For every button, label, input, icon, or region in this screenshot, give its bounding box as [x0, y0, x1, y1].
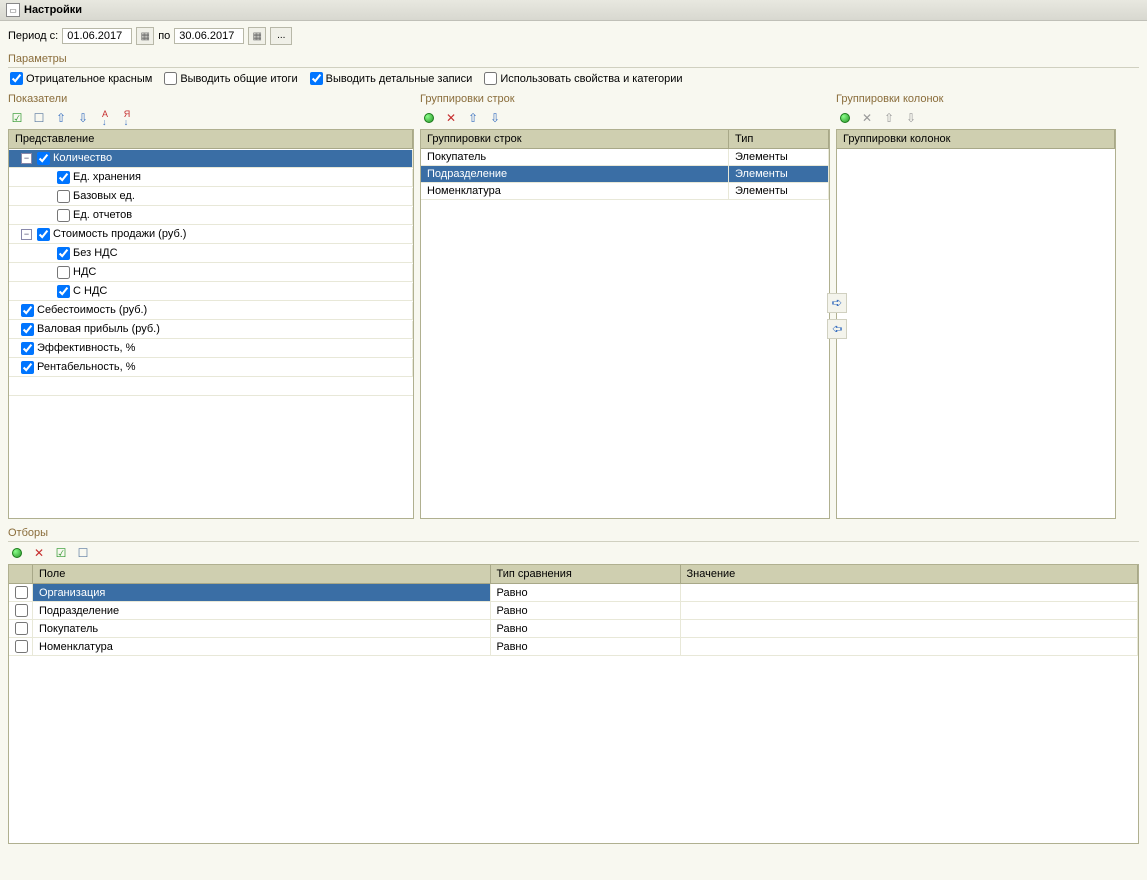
- row-groupings-toolbar: ✕ ⇧ ⇩: [420, 107, 830, 129]
- indicator-label: Валовая прибыль (руб.): [37, 323, 160, 335]
- period-toolbar: Период с: ▦ по ▦ ...: [0, 21, 1147, 51]
- move-left-button[interactable]: ➪: [827, 319, 847, 339]
- col-grouping-down-button[interactable]: ⇩: [902, 109, 920, 127]
- indicators-title: Показатели: [8, 93, 67, 107]
- filter-col-compare: Тип сравнения: [491, 565, 681, 583]
- indicators-listbox[interactable]: Представление − Количество Ед. хранения Баз…: [8, 129, 414, 519]
- filter-row[interactable]: ОрганизацияРавно: [9, 584, 1138, 602]
- filters-toolbar: ✕ ☑ ☐: [8, 542, 1139, 564]
- date-from-input[interactable]: [62, 28, 132, 44]
- col-groupings-title: Группировки колонок: [836, 93, 1116, 107]
- indicator-row[interactable]: Рентабельность, %: [9, 358, 413, 377]
- move-right-button[interactable]: ➪: [827, 293, 847, 313]
- row-grouping-down-button[interactable]: ⇩: [486, 109, 504, 127]
- param-negative-red[interactable]: Отрицательное красным: [10, 72, 152, 85]
- sort-asc-button[interactable]: A↓: [96, 109, 114, 127]
- move-down-button[interactable]: ⇩: [74, 109, 92, 127]
- row-grouping-item[interactable]: ПокупательЭлементы: [421, 149, 829, 166]
- filter-check-all-button[interactable]: ☑: [52, 544, 70, 562]
- filter-col-value: Значение: [681, 565, 1139, 583]
- indicator-label: Рентабельность, %: [37, 361, 136, 373]
- indicator-row[interactable]: − Стоимость продажи (руб.): [9, 225, 413, 244]
- filter-col-field: Поле: [33, 565, 491, 583]
- filters-title: Отборы: [8, 525, 1139, 541]
- indicators-toolbar: ☑ ☐ ⇧ ⇩ A↓ Я↓: [8, 107, 414, 129]
- param-use-properties[interactable]: Использовать свойства и категории: [484, 72, 682, 85]
- titlebar: ▭ Настройки: [0, 0, 1147, 21]
- calendar-to-button[interactable]: ▦: [248, 27, 266, 45]
- indicator-label: С НДС: [73, 285, 107, 297]
- indicators-header: Представление: [9, 130, 413, 148]
- indicator-label: Ед. отчетов: [73, 209, 132, 221]
- filters-listbox[interactable]: Поле Тип сравнения Значение ОрганизацияР…: [8, 564, 1139, 844]
- filter-uncheck-all-button[interactable]: ☐: [74, 544, 92, 562]
- param-detail-records[interactable]: Выводить детальные записи: [310, 72, 473, 85]
- calendar-from-button[interactable]: ▦: [136, 27, 154, 45]
- period-to-label: по: [158, 30, 170, 42]
- expand-icon[interactable]: −: [21, 229, 32, 240]
- delete-filter-button[interactable]: ✕: [30, 544, 48, 562]
- filter-row[interactable]: ПодразделениеРавно: [9, 602, 1138, 620]
- filter-row[interactable]: ПокупательРавно: [9, 620, 1138, 638]
- date-to-input[interactable]: [174, 28, 244, 44]
- indicator-row[interactable]: − Количество: [9, 149, 413, 168]
- filter-row[interactable]: НоменклатураРавно: [9, 638, 1138, 656]
- indicator-row[interactable]: Ед. хранения: [9, 168, 413, 187]
- add-filter-button[interactable]: [8, 544, 26, 562]
- indicator-label: Себестоимость (руб.): [37, 304, 147, 316]
- indicator-label: Без НДС: [73, 247, 118, 259]
- indicator-row[interactable]: Базовых ед.: [9, 187, 413, 206]
- app-icon: ▭: [6, 3, 20, 17]
- indicator-row[interactable]: Эффективность, %: [9, 339, 413, 358]
- period-from-label: Период с:: [8, 30, 58, 42]
- parameters-title: Параметры: [8, 51, 1139, 67]
- add-row-grouping-button[interactable]: [420, 109, 438, 127]
- row-grouping-item[interactable]: ПодразделениеЭлементы: [421, 166, 829, 183]
- indicator-label: Эффективность, %: [37, 342, 135, 354]
- col-grouping-up-button[interactable]: ⇧: [880, 109, 898, 127]
- row-groupings-listbox[interactable]: Группировки строк Тип ПокупательЭлементы…: [420, 129, 830, 519]
- indicator-row[interactable]: НДС: [9, 263, 413, 282]
- col-groupings-toolbar: ✕ ⇧ ⇩: [836, 107, 1116, 129]
- indicator-row[interactable]: Себестоимость (руб.): [9, 301, 413, 320]
- delete-col-grouping-button[interactable]: ✕: [858, 109, 876, 127]
- row-groupings-title: Группировки строк: [420, 93, 830, 107]
- indicator-label: Базовых ед.: [73, 190, 135, 202]
- indicator-label: НДС: [73, 266, 96, 278]
- indicator-label: Ед. хранения: [73, 171, 141, 183]
- indicator-label: Количество: [53, 152, 112, 164]
- sort-desc-button[interactable]: Я↓: [118, 109, 136, 127]
- uncheck-all-button[interactable]: ☐: [30, 109, 48, 127]
- delete-row-grouping-button[interactable]: ✕: [442, 109, 460, 127]
- add-col-grouping-button[interactable]: [836, 109, 854, 127]
- parameters-row: Отрицательное красным Выводить общие ито…: [0, 68, 1147, 93]
- row-grouping-item[interactable]: НоменклатураЭлементы: [421, 183, 829, 200]
- check-all-button[interactable]: ☑: [8, 109, 26, 127]
- row-grouping-up-button[interactable]: ⇧: [464, 109, 482, 127]
- indicator-label: Стоимость продажи (руб.): [53, 228, 186, 240]
- row-groupings-col-type: Тип: [729, 130, 829, 148]
- indicator-row[interactable]: Валовая прибыль (руб.): [9, 320, 413, 339]
- period-dialog-button[interactable]: ...: [270, 27, 292, 45]
- expand-icon[interactable]: −: [21, 153, 32, 164]
- row-groupings-col-group: Группировки строк: [421, 130, 729, 148]
- move-up-button[interactable]: ⇧: [52, 109, 70, 127]
- swap-arrows: ➪ ➪: [827, 293, 847, 339]
- col-groupings-header: Группировки колонок: [837, 130, 1115, 148]
- indicator-row[interactable]: Без НДС: [9, 244, 413, 263]
- indicator-row[interactable]: С НДС: [9, 282, 413, 301]
- param-show-totals[interactable]: Выводить общие итоги: [164, 72, 297, 85]
- indicator-row[interactable]: Ед. отчетов: [9, 206, 413, 225]
- col-groupings-listbox[interactable]: Группировки колонок: [836, 129, 1116, 519]
- window-title: Настройки: [24, 4, 82, 16]
